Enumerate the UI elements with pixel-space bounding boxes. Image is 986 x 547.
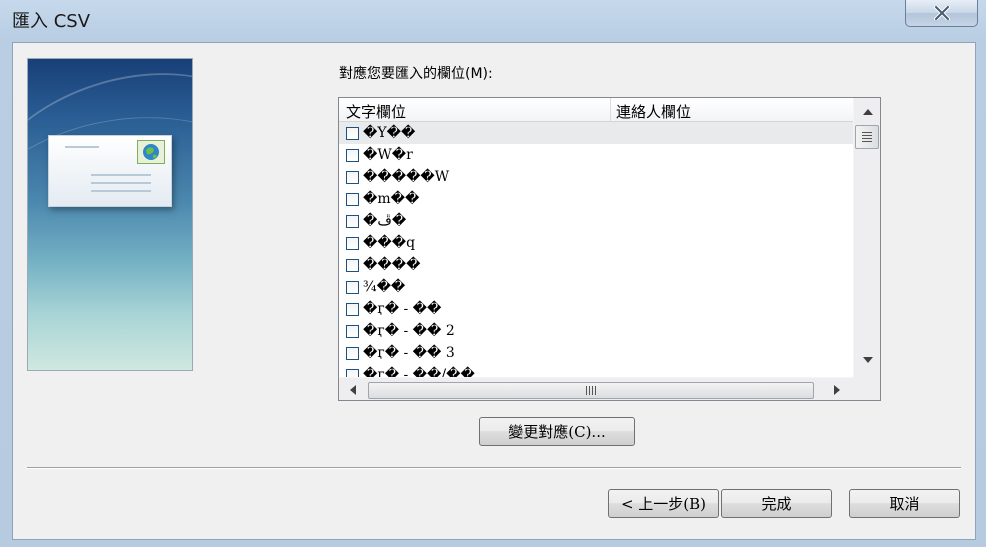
row-checkbox[interactable] [346,346,359,360]
row-text: �m�� [363,191,420,207]
row-text: �Y�� [363,125,416,141]
row-text: ���q [363,235,416,251]
row-checkbox[interactable] [346,126,359,140]
list-item[interactable]: �Y�� [339,122,853,144]
envelope-icon [48,135,172,207]
list-item[interactable]: �ӷ� - �� 2 [339,320,853,342]
import-csv-dialog: 匯入 CSV 對應您要匯入的欄位(M): 文字欄位 連絡人欄位 �Y�� �W�… [0,0,986,547]
close-icon [933,6,950,20]
list-rows: �Y�� �W�r �����W �m�� �ڦ� ���q ���� ¾�� … [339,122,853,386]
footer-divider [27,467,961,469]
row-text: �ӷ� - �� [363,301,442,317]
dialog-client-area: 對應您要匯入的欄位(M): 文字欄位 連絡人欄位 �Y�� �W�r �����… [12,42,976,540]
column-header-contact-field[interactable]: 連絡人欄位 [616,101,691,122]
column-header-text-field[interactable]: 文字欄位 [346,101,406,122]
change-mapping-button[interactable]: 變更對應(C)... [479,417,635,446]
row-checkbox[interactable] [346,324,359,338]
horizontal-scroll-thumb[interactable] [368,382,814,399]
list-header: 文字欄位 連絡人欄位 [339,98,853,122]
map-fields-label: 對應您要匯入的欄位(M): [339,66,493,82]
row-text: �W�r [363,147,413,163]
row-checkbox[interactable] [346,148,359,162]
scroll-up-icon [863,109,873,115]
vertical-scrollbar[interactable] [853,98,880,377]
row-checkbox[interactable] [346,214,359,228]
row-text: ¾�� [363,279,406,295]
scroll-down-button[interactable] [854,349,880,371]
list-item[interactable]: �ӷ� - �� [339,298,853,320]
list-item[interactable]: �����W [339,166,853,188]
row-checkbox[interactable] [346,280,359,294]
row-checkbox[interactable] [346,236,359,250]
scrollbar-corner [853,377,880,400]
window-title: 匯入 CSV [12,11,91,32]
close-button[interactable] [905,0,978,27]
list-item[interactable]: ���q [339,232,853,254]
row-text: ���� [363,257,421,273]
row-checkbox[interactable] [346,192,359,206]
scroll-left-icon [350,385,356,395]
scroll-right-button[interactable] [823,378,851,400]
row-text: �ӷ� - �� 3 [363,345,455,361]
vertical-scroll-thumb[interactable] [855,125,879,149]
row-checkbox[interactable] [346,258,359,272]
list-item[interactable]: �m�� [339,188,853,210]
list-item[interactable]: ¾�� [339,276,853,298]
row-checkbox[interactable] [346,302,359,316]
row-text: �ӷ� - �� 2 [363,323,455,339]
scroll-right-icon [834,385,840,395]
row-checkbox[interactable] [346,170,359,184]
row-text: �ڦ� [363,213,407,229]
list-item[interactable]: �W�r [339,144,853,166]
field-mapping-list[interactable]: 文字欄位 連絡人欄位 �Y�� �W�r �����W �m�� �ڦ� ���… [338,97,881,401]
scroll-left-button[interactable] [339,378,367,400]
scroll-down-icon [863,357,873,363]
list-item[interactable]: �ڦ� [339,210,853,232]
list-item[interactable]: ���� [339,254,853,276]
list-item[interactable]: �ӷ� - �� 3 [339,342,853,364]
row-text: �����W [363,169,450,185]
back-button[interactable]: < 上一步(B) [608,489,719,518]
horizontal-scrollbar[interactable] [339,377,853,400]
globe-stamp-icon [137,140,165,164]
finish-button[interactable]: 完成 [721,489,832,518]
scroll-up-button[interactable] [854,101,880,123]
wizard-banner-image [27,58,193,371]
cancel-button[interactable]: 取消 [849,489,960,518]
